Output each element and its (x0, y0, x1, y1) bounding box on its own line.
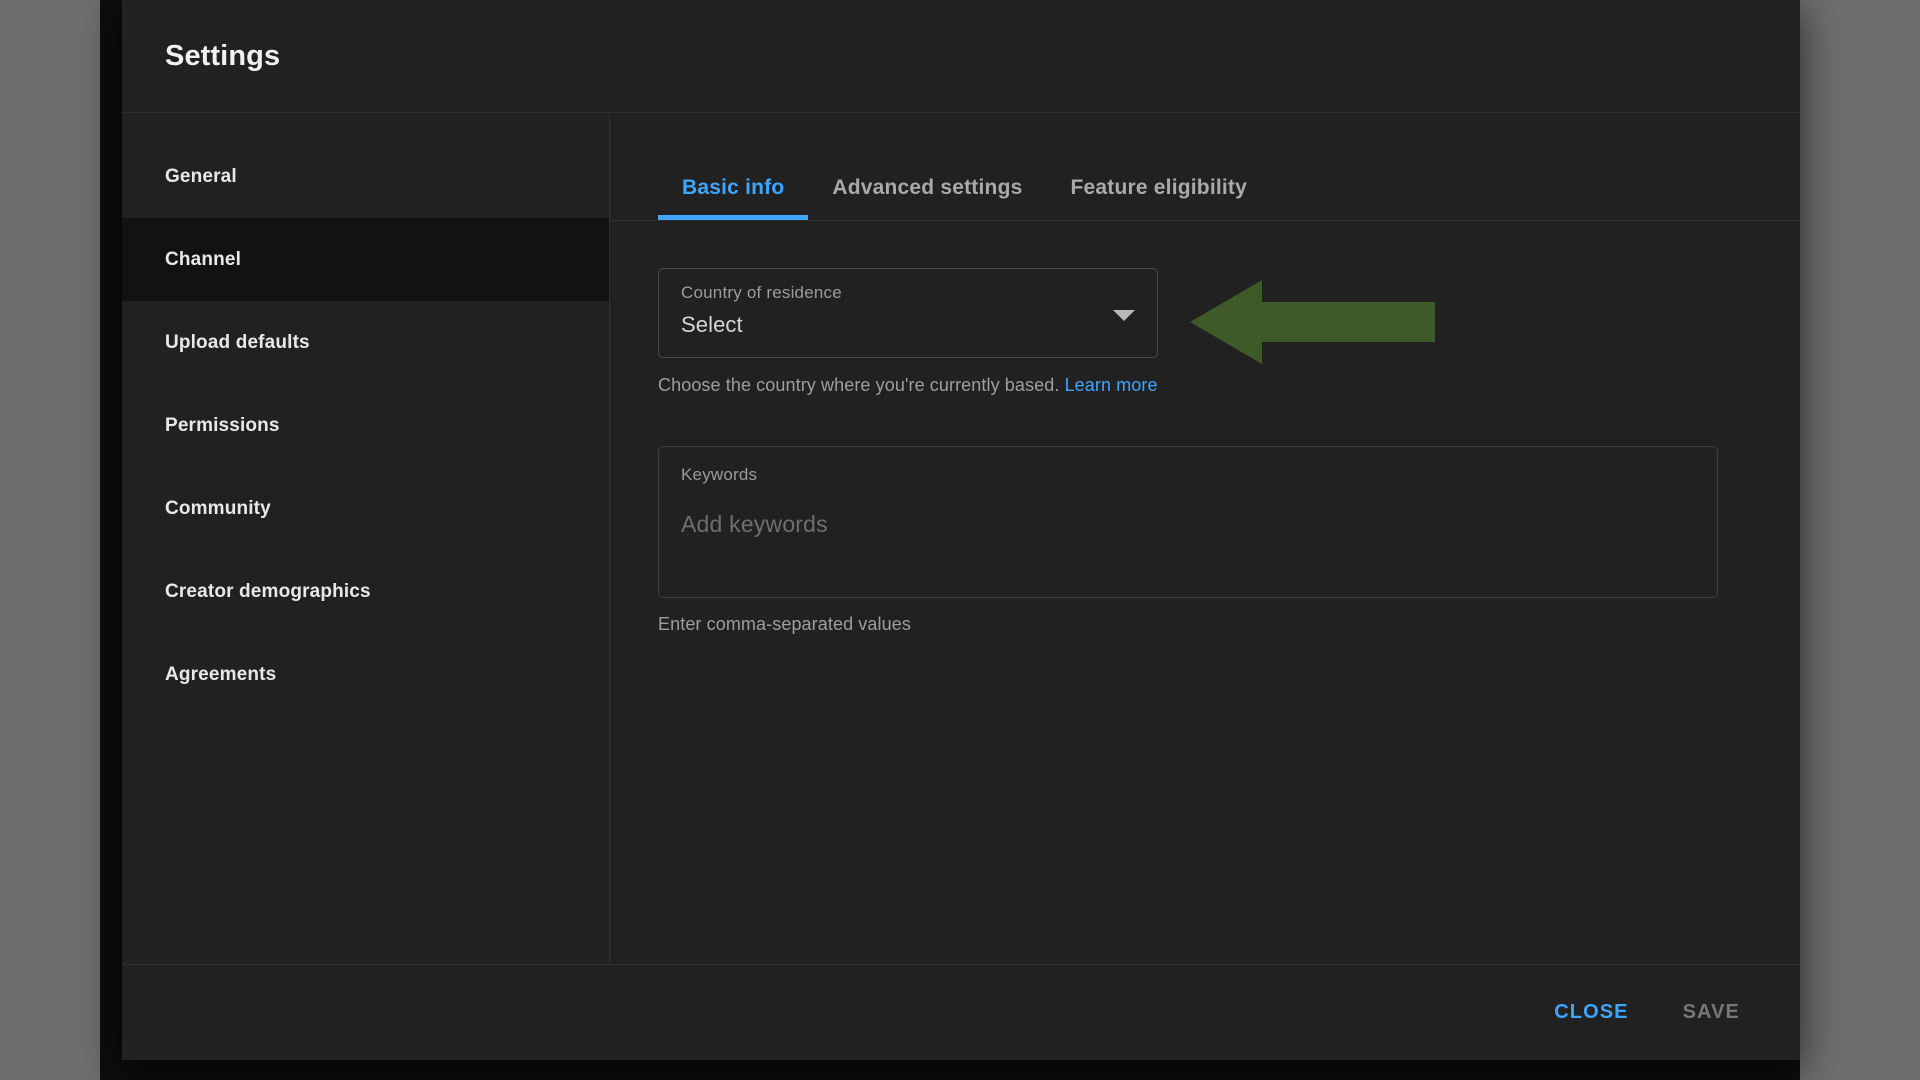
sidebar-item-agreements[interactable]: Agreements (122, 633, 609, 716)
sidebar-item-label: Channel (165, 248, 242, 270)
right-gutter (1800, 0, 1920, 1080)
chevron-down-icon (1113, 310, 1135, 321)
tab-advanced-settings[interactable]: Advanced settings (808, 176, 1046, 220)
sidebar-item-label: Agreements (165, 663, 277, 685)
save-button: SAVE (1665, 991, 1758, 1034)
sidebar-item-permissions[interactable]: Permissions (122, 384, 609, 467)
sidebar-item-general[interactable]: General (122, 135, 609, 218)
tab-feature-eligibility[interactable]: Feature eligibility (1046, 176, 1271, 220)
sidebar-item-community[interactable]: Community (122, 467, 609, 550)
sidebar-item-label: Upload defaults (165, 331, 310, 353)
learn-more-link[interactable]: Learn more (1065, 375, 1158, 395)
basic-info-panel: Country of residence Select Choose the c… (610, 221, 1800, 964)
country-helper-sentence: Choose the country where you're currentl… (658, 375, 1060, 395)
sidebar-item-label: Permissions (165, 414, 280, 436)
tab-label: Basic info (682, 176, 785, 199)
sidebar-item-creator-demographics[interactable]: Creator demographics (122, 550, 609, 633)
dialog-header: Settings (122, 0, 1800, 113)
sidebar-item-label: General (165, 165, 237, 187)
settings-dialog: Settings General Channel Upload defaults… (122, 0, 1800, 1060)
sidebar-item-upload-defaults[interactable]: Upload defaults (122, 301, 609, 384)
page-title: Settings (165, 39, 281, 72)
settings-content: Basic info Advanced settings Feature eli… (610, 113, 1800, 964)
dialog-body: General Channel Upload defaults Permissi… (122, 113, 1800, 964)
keywords-input[interactable]: Keywords Add keywords (658, 446, 1718, 598)
country-of-residence-select[interactable]: Country of residence Select (658, 268, 1158, 358)
country-field-label: Country of residence (681, 283, 842, 302)
dialog-footer: CLOSE SAVE (122, 964, 1800, 1060)
close-button[interactable]: CLOSE (1536, 991, 1646, 1034)
sidebar-item-channel[interactable]: Channel (122, 218, 609, 301)
keywords-field-label: Keywords (681, 465, 758, 484)
keywords-helper-text: Enter comma-separated values (658, 614, 911, 634)
sidebar-item-label: Creator demographics (165, 580, 371, 602)
settings-sidebar: General Channel Upload defaults Permissi… (122, 113, 610, 964)
keywords-placeholder: Add keywords (681, 511, 828, 537)
tab-label: Advanced settings (832, 176, 1023, 199)
sidebar-item-label: Community (165, 497, 271, 519)
country-helper-text: Choose the country where you're currentl… (658, 375, 1752, 396)
tab-bar: Basic info Advanced settings Feature eli… (610, 113, 1800, 221)
tab-label: Feature eligibility (1070, 176, 1247, 199)
screen-root: Settings General Channel Upload defaults… (0, 0, 1920, 1080)
tab-basic-info[interactable]: Basic info (658, 176, 809, 220)
country-field-value: Select (681, 312, 743, 337)
